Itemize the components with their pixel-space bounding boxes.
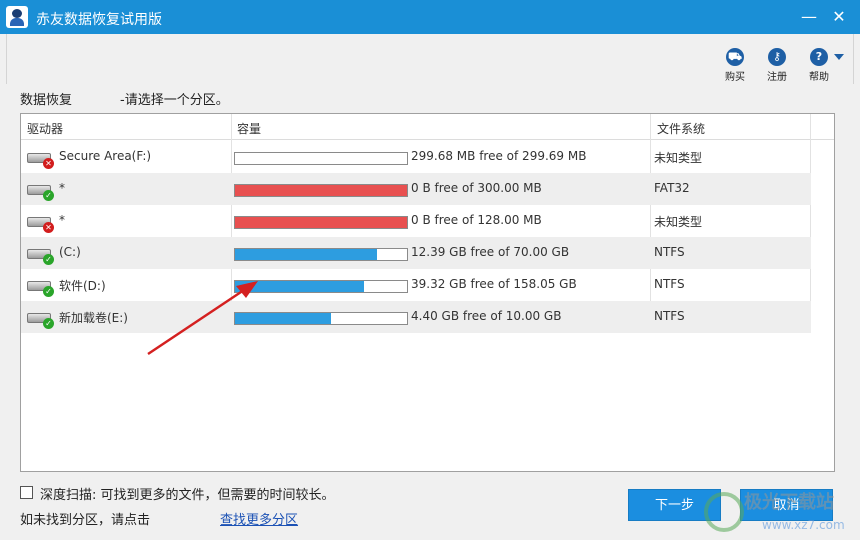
next-button[interactable]: 下一步 [628,489,721,521]
annotation-arrow [147,281,258,356]
deep-scan-checkbox[interactable] [20,486,33,499]
arrow-head [236,281,258,298]
arrow-shaft [147,288,245,356]
deep-scan-label: 深度扫描: 可找到更多的文件，但需要的时间较长。 [40,488,335,503]
not-found-text: 如未找到分区，请点击 [20,513,151,528]
cancel-button[interactable]: 取消 [740,489,833,521]
find-more-partitions-link[interactable]: 查找更多分区 [220,509,298,528]
